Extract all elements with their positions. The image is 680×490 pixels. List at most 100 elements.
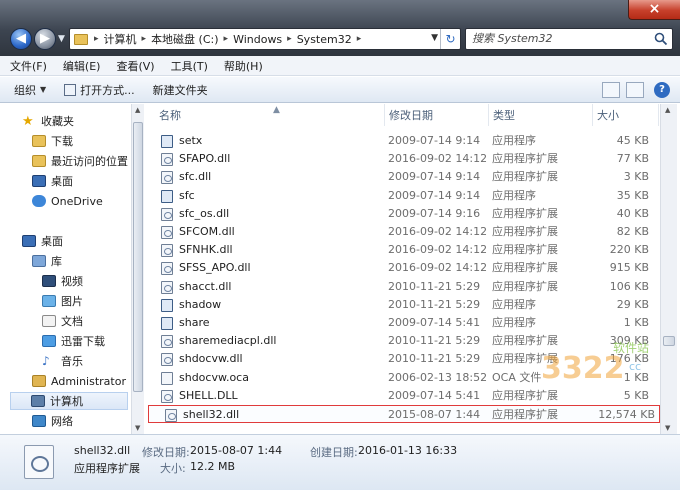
breadcrumb-separator[interactable]: ▸ bbox=[224, 34, 229, 44]
file-row[interactable]: sfc_os.dll 2009-07-14 9:16 应用程序扩展 40 KB bbox=[157, 205, 657, 223]
file-row[interactable]: shadow 2010-11-21 5:29 应用程序 29 KB bbox=[157, 296, 657, 314]
picture-icon bbox=[42, 295, 56, 307]
file-list-scrollbar[interactable]: ▲ ▼ bbox=[660, 104, 677, 434]
recent-pages-dropdown-icon[interactable]: ▼ bbox=[58, 34, 65, 44]
column-header-type[interactable]: 类型 bbox=[489, 104, 593, 126]
file-row-selected[interactable]: shell32.dll 2015-08-07 1:44 应用程序扩展 12,574 K… bbox=[148, 405, 660, 423]
breadcrumb-local-disk[interactable]: 本地磁盘 (C:) bbox=[151, 31, 218, 47]
menu-file[interactable]: 文件(F) bbox=[10, 58, 47, 74]
breadcrumb-separator[interactable]: ▸ bbox=[142, 34, 147, 44]
file-row[interactable]: share 2009-07-14 5:41 应用程序 1 KB bbox=[157, 314, 657, 332]
file-type: 应用程序扩展 bbox=[492, 243, 558, 257]
nav-item-label: 最近访问的位置 bbox=[51, 155, 128, 168]
menu-tools[interactable]: 工具(T) bbox=[171, 58, 208, 74]
nav-pane-scrollbar[interactable]: ▲ ▼ bbox=[131, 104, 144, 434]
file-date: 2010-11-21 5:29 bbox=[388, 334, 481, 348]
dll-file-icon bbox=[161, 153, 173, 167]
scroll-down-icon[interactable]: ▼ bbox=[665, 424, 670, 432]
file-row[interactable]: sfc 2009-07-14 9:14 应用程序 35 KB bbox=[157, 187, 657, 205]
column-header-date[interactable]: 修改日期 bbox=[385, 104, 489, 126]
application-file-icon bbox=[161, 298, 173, 312]
column-header-size[interactable]: 大小 bbox=[593, 104, 659, 126]
refresh-button[interactable]: ↻ bbox=[440, 29, 460, 49]
file-row[interactable]: SFAPO.dll 2016-09-02 14:12 应用程序扩展 77 KB bbox=[157, 150, 657, 168]
nav-item-label: OneDrive bbox=[51, 194, 103, 208]
file-name: SFNHK.dll bbox=[179, 243, 233, 257]
back-button[interactable]: ◀ bbox=[10, 28, 32, 50]
nav-item-label: 库 bbox=[51, 255, 62, 268]
menu-edit[interactable]: 编辑(E) bbox=[63, 58, 101, 74]
scroll-up-icon[interactable]: ▲ bbox=[665, 106, 670, 114]
breadcrumb-separator[interactable]: ▸ bbox=[357, 34, 362, 44]
nav-item-label: Administrator bbox=[51, 374, 126, 388]
menu-help[interactable]: 帮助(H) bbox=[224, 58, 263, 74]
sort-ascending-icon: ▲ bbox=[273, 105, 280, 115]
file-row[interactable]: SHELL.DLL 2009-07-14 5:41 应用程序扩展 5 KB bbox=[157, 387, 657, 405]
file-name: share bbox=[179, 316, 210, 329]
file-type: 应用程序 bbox=[492, 188, 536, 202]
breadcrumb-separator[interactable]: ▸ bbox=[94, 34, 99, 44]
breadcrumb-system32[interactable]: System32 bbox=[297, 33, 352, 46]
scrollbar-thumb[interactable] bbox=[663, 336, 675, 346]
dll-file-icon bbox=[161, 226, 173, 239]
organize-button[interactable]: 组织 ▼ bbox=[14, 82, 46, 98]
file-size: 1 KB bbox=[623, 316, 649, 329]
file-date: 2016-09-02 14:12 bbox=[388, 243, 488, 257]
file-name: setx bbox=[179, 134, 203, 147]
menu-view[interactable]: 查看(V) bbox=[116, 58, 154, 74]
preview-pane-button[interactable] bbox=[626, 82, 644, 98]
file-row[interactable]: SFSS_APO.dll 2016-09-02 14:12 应用程序扩展 915 KB bbox=[157, 259, 657, 277]
breadcrumb-separator[interactable]: ▸ bbox=[287, 34, 292, 44]
column-header-name[interactable]: 名称 ▲ bbox=[155, 104, 385, 126]
video-icon bbox=[42, 275, 56, 287]
change-view-button[interactable] bbox=[602, 82, 620, 98]
file-row[interactable]: SFCOM.dll 2016-09-02 14:12 应用程序扩展 82 KB bbox=[157, 223, 657, 241]
file-name: sfc.dll bbox=[179, 170, 212, 184]
desktop-icon bbox=[32, 175, 46, 187]
file-size: 106 KB bbox=[609, 279, 649, 293]
file-row[interactable]: shacct.dll 2010-11-21 5:29 应用程序扩展 106 KB bbox=[157, 278, 657, 296]
file-row[interactable]: setx 2009-07-14 9:14 应用程序 45 KB bbox=[157, 132, 657, 150]
scrollbar-thumb[interactable] bbox=[133, 122, 143, 392]
open-with-label: 打开方式... bbox=[80, 83, 135, 97]
open-with-button[interactable]: 打开方式... bbox=[64, 82, 135, 98]
file-date: 2010-11-21 5:29 bbox=[388, 279, 481, 293]
nav-item-computer[interactable]: 计算机 bbox=[10, 392, 128, 410]
file-date: 2009-07-14 9:14 bbox=[388, 170, 481, 184]
file-date: 2009-07-14 9:16 bbox=[388, 206, 481, 220]
address-dropdown-icon[interactable]: ▼ bbox=[431, 33, 438, 43]
nav-item-label: 收藏夹 bbox=[41, 115, 74, 128]
file-date: 2016-09-02 14:12 bbox=[388, 261, 488, 275]
command-bar: 组织 ▼ 打开方式... 新建文件夹 ? bbox=[0, 77, 680, 103]
nav-item-label: 桌面 bbox=[51, 175, 73, 188]
generic-file-icon bbox=[161, 371, 173, 385]
close-button[interactable]: × bbox=[628, 0, 680, 20]
file-name: SFCOM.dll bbox=[179, 225, 235, 238]
nav-item-label: 视频 bbox=[61, 275, 83, 288]
breadcrumb-windows[interactable]: Windows bbox=[233, 33, 282, 46]
scroll-down-icon[interactable]: ▼ bbox=[135, 424, 140, 432]
document-icon bbox=[42, 315, 56, 327]
nav-item-label: 迅雷下载 bbox=[61, 335, 105, 348]
scroll-up-icon[interactable]: ▲ bbox=[135, 106, 140, 114]
file-row[interactable]: sfc.dll 2009-07-14 9:14 应用程序扩展 3 KB bbox=[157, 168, 657, 186]
search-input[interactable]: 搜索 System32 bbox=[465, 28, 673, 50]
new-folder-button[interactable]: 新建文件夹 bbox=[153, 82, 208, 98]
file-row[interactable]: SFNHK.dll 2016-09-02 14:12 应用程序扩展 220 KB bbox=[157, 241, 657, 259]
user-folder-icon bbox=[32, 375, 46, 387]
search-icon[interactable] bbox=[654, 32, 668, 46]
dll-file-icon bbox=[161, 262, 173, 276]
file-name: sfc_os.dll bbox=[179, 206, 230, 220]
file-size: 12,574 KB bbox=[598, 408, 655, 421]
file-size: 3 KB bbox=[623, 170, 649, 184]
file-size: 29 KB bbox=[616, 297, 649, 311]
address-bar[interactable]: ▸ 计算机 ▸ 本地磁盘 (C:) ▸ Windows ▸ System32 ▸… bbox=[69, 28, 461, 50]
dll-file-icon bbox=[161, 353, 173, 367]
file-size: 915 KB bbox=[609, 261, 649, 275]
file-date: 2009-07-14 9:14 bbox=[388, 134, 481, 147]
chevron-down-icon: ▼ bbox=[40, 85, 47, 94]
thunder-download-icon bbox=[42, 335, 56, 347]
forward-button[interactable]: ▶ bbox=[34, 28, 56, 50]
breadcrumb-computer[interactable]: 计算机 bbox=[104, 31, 137, 47]
help-button[interactable]: ? bbox=[654, 82, 670, 98]
